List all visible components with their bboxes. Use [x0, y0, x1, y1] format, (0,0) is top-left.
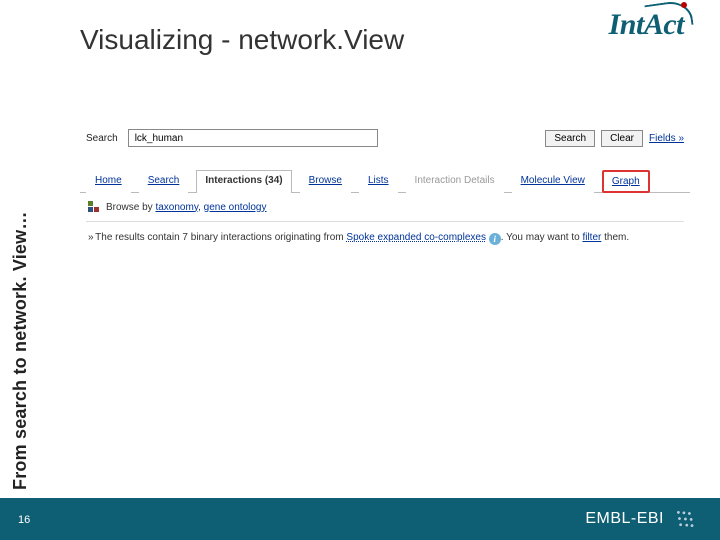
- search-label: Search: [86, 133, 122, 144]
- ebi-logo: EMBL-EBI: [585, 508, 696, 530]
- ebi-text: EMBL-EBI: [585, 510, 664, 528]
- browse-by-row: Browse by taxonomy, gene ontology: [80, 193, 690, 221]
- tab-home[interactable]: Home: [86, 170, 131, 193]
- tab-search[interactable]: Search: [139, 170, 189, 193]
- footer-bar: 16 EMBL-EBI: [0, 498, 720, 540]
- browse-taxonomy-link[interactable]: taxonomy: [155, 202, 198, 213]
- slide: IntAct Visualizing - network.View From s…: [0, 0, 720, 540]
- search-row: Search Search Clear Fields »: [80, 125, 690, 151]
- results-summary: » The results contain 7 binary interacti…: [80, 222, 690, 255]
- search-input[interactable]: [128, 129, 378, 147]
- fields-link[interactable]: Fields »: [649, 133, 684, 144]
- tab-molecule-view[interactable]: Molecule View: [512, 170, 594, 193]
- browse-by-prefix: Browse by: [106, 202, 153, 213]
- tab-bar: Home Search Interactions (34) Browse Lis…: [80, 169, 690, 193]
- tab-interactions[interactable]: Interactions (34): [196, 170, 291, 193]
- logo-text-act: Act: [644, 8, 684, 42]
- tab-browse[interactable]: Browse: [300, 170, 351, 193]
- results-text-2: . You may want to: [501, 232, 583, 243]
- browse-gene-ontology-link[interactable]: gene ontology: [204, 202, 267, 213]
- app-screenshot: Search Search Clear Fields » Home Search…: [80, 125, 690, 255]
- info-icon[interactable]: i: [489, 233, 501, 245]
- sidebar-vertical-text: From search to network. View…: [10, 211, 31, 490]
- results-text-1: The results contain 7 binary interaction…: [93, 232, 347, 243]
- slide-title: Visualizing - network.View: [80, 24, 404, 56]
- tab-lists[interactable]: Lists: [359, 170, 398, 193]
- spoke-expanded-link[interactable]: Spoke expanded co-complexes: [346, 232, 486, 243]
- tab-interaction-details: Interaction Details: [406, 170, 504, 193]
- clear-button[interactable]: Clear: [601, 130, 643, 147]
- tab-graph[interactable]: Graph: [602, 170, 650, 193]
- results-text-3: them.: [601, 232, 629, 243]
- ebi-mark-icon: [674, 508, 696, 530]
- slide-number: 16: [18, 514, 30, 526]
- search-button[interactable]: Search: [545, 130, 595, 147]
- filter-link[interactable]: filter: [582, 232, 601, 243]
- logo-text-int: Int: [609, 8, 644, 41]
- logo-dot-icon: [681, 2, 687, 8]
- tree-icon: [88, 201, 100, 213]
- intact-logo: IntAct: [609, 8, 684, 42]
